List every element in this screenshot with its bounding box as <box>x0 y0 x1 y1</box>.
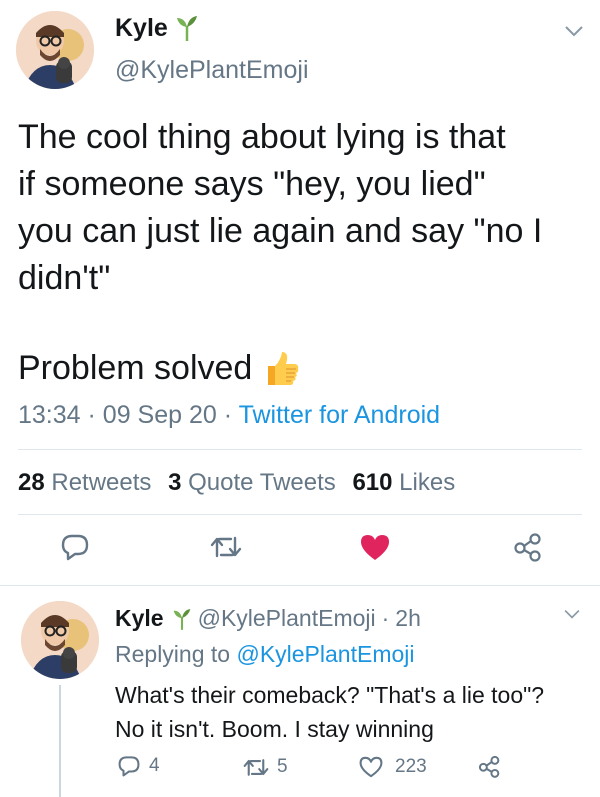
thread-line <box>59 685 61 797</box>
replying-to: Replying to @KylePlantEmoji <box>115 641 415 668</box>
author-handle[interactable]: @KylePlantEmoji <box>115 56 309 85</box>
tweet-source-link[interactable]: Twitter for Android <box>239 401 440 429</box>
meta-separator: · <box>87 401 96 429</box>
tweet-text-final: Problem solved <box>18 346 300 390</box>
reply-count: 4 <box>149 755 160 776</box>
reply-text: What's their comeback? "That's a lie too… <box>115 678 544 746</box>
divider <box>18 514 582 515</box>
thumbs-up-emoji-icon <box>264 349 300 387</box>
heart-icon[interactable] <box>360 534 390 561</box>
retweets-stat[interactable]: 28 Retweets <box>18 469 158 496</box>
tweet-text-line: The cool thing about lying is that <box>18 118 506 156</box>
likes-count: 610 <box>352 469 393 496</box>
likes-stat[interactable]: 610 Likes <box>352 469 455 496</box>
tweet-text-line: didn't" <box>18 259 111 297</box>
reply-text-line: What's their comeback? "That's a lie too… <box>115 682 545 708</box>
tweet-date: 09 Sep 20 <box>102 401 217 429</box>
plant-emoji-icon <box>172 607 192 631</box>
reply-icon[interactable] <box>60 533 90 561</box>
tweet-text-line: you can just lie again and say "no I <box>18 212 543 250</box>
retweet-icon[interactable] <box>210 534 242 560</box>
tweet-time: 13:34 <box>18 401 81 429</box>
share-icon[interactable] <box>478 755 501 778</box>
tweet-text-line: Problem solved <box>18 349 253 387</box>
author-name[interactable]: Kyle <box>115 14 168 43</box>
avatar[interactable] <box>16 11 94 89</box>
replying-to-handle[interactable]: @KylePlantEmoji <box>236 641 414 667</box>
divider <box>18 449 582 450</box>
avatar[interactable] <box>21 601 99 679</box>
reply-text-line: No it isn't. Boom. I stay winning <box>115 716 434 742</box>
retweet-icon <box>243 757 269 778</box>
plant-emoji-icon <box>175 14 199 42</box>
share-icon[interactable] <box>513 532 543 562</box>
meta-separator: · <box>223 401 233 429</box>
retweets-label: Retweets <box>51 469 152 496</box>
tweet-stats: 28 Retweets 3 Quote Tweets 610 Likes <box>18 469 455 497</box>
replying-to-label: Replying to <box>115 641 231 667</box>
retweet-action[interactable]: 5 <box>243 756 288 778</box>
tweet-text: The cool thing about lying is that if so… <box>18 114 542 302</box>
tweet-age: 2h <box>395 605 421 631</box>
quote-tweets-label: Quote Tweets <box>188 469 336 496</box>
divider <box>0 585 600 586</box>
likes-label: Likes <box>399 469 456 496</box>
author-name[interactable]: Kyle <box>115 605 164 632</box>
like-count: 223 <box>395 756 427 777</box>
quote-tweets-count: 3 <box>168 469 182 496</box>
like-action[interactable]: 223 <box>359 756 427 778</box>
tweet-text-line: if someone says "hey, you lied" <box>18 165 486 203</box>
author-handle[interactable]: @KylePlantEmoji <box>198 605 376 632</box>
quote-tweets-stat[interactable]: 3 Quote Tweets <box>168 469 342 496</box>
chevron-down-icon[interactable] <box>564 24 584 38</box>
reply-action[interactable]: 4 <box>117 755 160 777</box>
retweets-count: 28 <box>18 469 45 496</box>
reply-header: Kyle @KylePlantEmoji · 2h <box>115 605 421 632</box>
tweet-meta: 13:34 · 09 Sep 20 · Twitter for Android <box>18 401 440 430</box>
heart-icon <box>359 756 383 778</box>
chevron-down-icon[interactable] <box>563 608 581 620</box>
retweet-count: 5 <box>277 756 288 777</box>
meta-separator: · <box>381 605 390 631</box>
reply-icon <box>117 755 141 777</box>
